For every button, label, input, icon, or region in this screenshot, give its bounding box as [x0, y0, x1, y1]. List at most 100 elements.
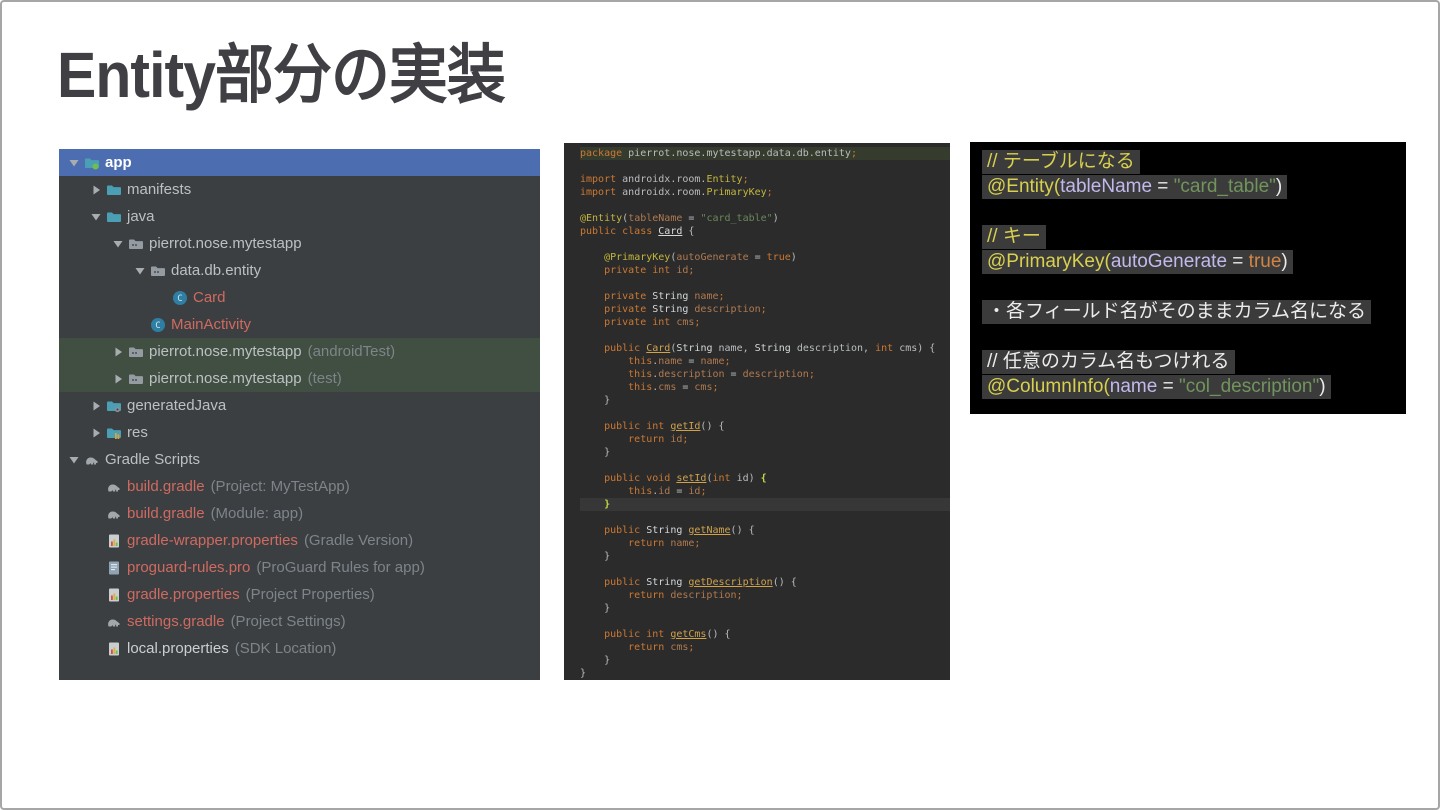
tree-item-label: MainActivity	[171, 316, 252, 333]
gradle-icon	[106, 506, 122, 522]
code-token: ;	[694, 317, 701, 328]
package-icon	[128, 236, 144, 252]
code-token: =	[748, 252, 767, 263]
code-line: public int getCms() {	[580, 628, 950, 641]
note-line: @Entity(tableName = "card_table")	[982, 174, 1406, 199]
chevron-down-icon[interactable]	[133, 264, 147, 278]
code-line: }	[580, 667, 950, 680]
code-token: return	[580, 538, 671, 549]
tree-row-build-gradle[interactable]: build.gradle (Module: app)	[59, 500, 540, 527]
tree-row-app[interactable]: app	[59, 149, 540, 176]
tree-item-label: build.gradle	[127, 505, 205, 522]
code-line: @Entity(tableName = "card_table")	[580, 212, 950, 225]
chevron-right-icon[interactable]	[89, 183, 103, 197]
tree-item-annotation: (Project Properties)	[245, 586, 375, 603]
tree-item-label: build.gradle	[127, 478, 205, 495]
code-token: this	[580, 486, 653, 497]
note-line: ・各フィールド名がそのままカラム名になる	[982, 299, 1406, 324]
tree-row-gradle-wrapper-properties[interactable]: gradle-wrapper.properties (Gradle Version…	[59, 527, 540, 554]
generated-folder-icon	[106, 398, 122, 414]
note-line: // キー	[982, 224, 1406, 249]
package-icon	[128, 344, 144, 360]
code-line: this.id = id;	[580, 485, 950, 498]
code-token: ;	[712, 382, 719, 393]
code-token: ;	[718, 291, 725, 302]
code-token: private	[580, 304, 653, 315]
code-token: ;	[700, 486, 707, 497]
chevron-down-icon[interactable]	[67, 453, 81, 467]
note-highlight: // 任意のカラム名もつけれる	[982, 350, 1235, 374]
tree-row-pierrot-nose-mytestapp[interactable]: pierrot.nose.mytestapp (test)	[59, 365, 540, 392]
chevron-right-icon[interactable]	[89, 426, 103, 440]
tree-row-data-db-entity[interactable]: data.db.entity	[59, 257, 540, 284]
tree-row-pierrot-nose-mytestapp[interactable]: pierrot.nose.mytestapp (androidTest)	[59, 338, 540, 365]
arrow-spacer	[89, 561, 103, 575]
tree-row-manifests[interactable]: manifests	[59, 176, 540, 203]
tree-row-mainactivity[interactable]: C MainActivity	[59, 311, 540, 338]
code-token: )	[772, 213, 779, 224]
code-line: return id;	[580, 433, 950, 446]
code-token: Entity	[706, 174, 743, 185]
tree-row-gradle-properties[interactable]: gradle.properties (Project Properties)	[59, 581, 540, 608]
code-token: name	[718, 343, 743, 354]
tree-item-annotation: (Project: MyTestApp)	[210, 478, 350, 495]
tree-item-label: Gradle Scripts	[105, 451, 201, 468]
chevron-down-icon[interactable]	[111, 237, 125, 251]
tree-row-res[interactable]: res	[59, 419, 540, 446]
properties-icon	[106, 641, 122, 657]
code-token: public int	[580, 629, 671, 640]
code-token: ,	[742, 343, 755, 354]
code-token: String	[646, 577, 689, 588]
tree-item-annotation: (Module: app)	[210, 505, 304, 522]
code-token: }	[580, 655, 611, 666]
code-token: ;	[688, 265, 695, 276]
tree-row-gradle-scripts[interactable]: Gradle Scripts	[59, 446, 540, 473]
note-token: name	[1109, 376, 1158, 397]
code-token: description	[658, 369, 725, 380]
tree-row-local-properties[interactable]: local.properties (SDK Location)	[59, 635, 540, 662]
code-token: public int	[580, 421, 671, 432]
tree-row-pierrot-nose-mytestapp[interactable]: pierrot.nose.mytestapp	[59, 230, 540, 257]
tree-row-build-gradle[interactable]: build.gradle (Project: MyTestApp)	[59, 473, 540, 500]
folder-icon	[106, 182, 122, 198]
class-icon: C	[172, 290, 188, 306]
code-token: =	[676, 382, 695, 393]
tree-row-proguard-rules-pro[interactable]: proguard-rules.pro (ProGuard Rules for ap…	[59, 554, 540, 581]
chevron-down-icon[interactable]	[67, 156, 81, 170]
code-token: androidx.room.	[622, 174, 707, 185]
chevron-down-icon[interactable]	[89, 210, 103, 224]
package-icon	[128, 371, 144, 387]
code-editor-panel[interactable]: package pierrot.nose.mytestapp.data.db.e…	[564, 143, 950, 680]
code-token: import	[580, 174, 623, 185]
code-token: ;	[766, 187, 773, 198]
tree-row-settings-gradle[interactable]: settings.gradle (Project Settings)	[59, 608, 540, 635]
chevron-right-icon[interactable]	[89, 399, 103, 413]
chevron-right-icon[interactable]	[111, 372, 125, 386]
code-token: ;	[694, 538, 701, 549]
package-icon	[150, 263, 166, 279]
tree-row-card[interactable]: C Card	[59, 284, 540, 311]
note-token: // 任意のカラム名もつけれる	[987, 351, 1230, 372]
code-token: ;	[682, 434, 689, 445]
code-line: private String name;	[580, 290, 950, 303]
code-token: {	[760, 473, 767, 484]
code-token: }	[580, 551, 611, 562]
svg-text:C: C	[177, 294, 182, 304]
chevron-right-icon[interactable]	[111, 345, 125, 359]
code-token: private	[580, 291, 653, 302]
tree-row-generatedjava[interactable]: generatedJava	[59, 392, 540, 419]
arrow-spacer	[89, 588, 103, 602]
tree-item-label: settings.gradle	[127, 613, 225, 630]
tree-item-annotation: (ProGuard Rules for app)	[256, 559, 425, 576]
tree-row-java[interactable]: java	[59, 203, 540, 230]
code-line: private int cms;	[580, 316, 950, 329]
code-token: cms	[658, 382, 677, 393]
arrow-spacer	[133, 318, 147, 332]
code-token: name	[670, 538, 695, 549]
proguard-icon	[106, 560, 122, 576]
tree-item-label: res	[127, 424, 148, 441]
code-line: }	[580, 498, 950, 511]
